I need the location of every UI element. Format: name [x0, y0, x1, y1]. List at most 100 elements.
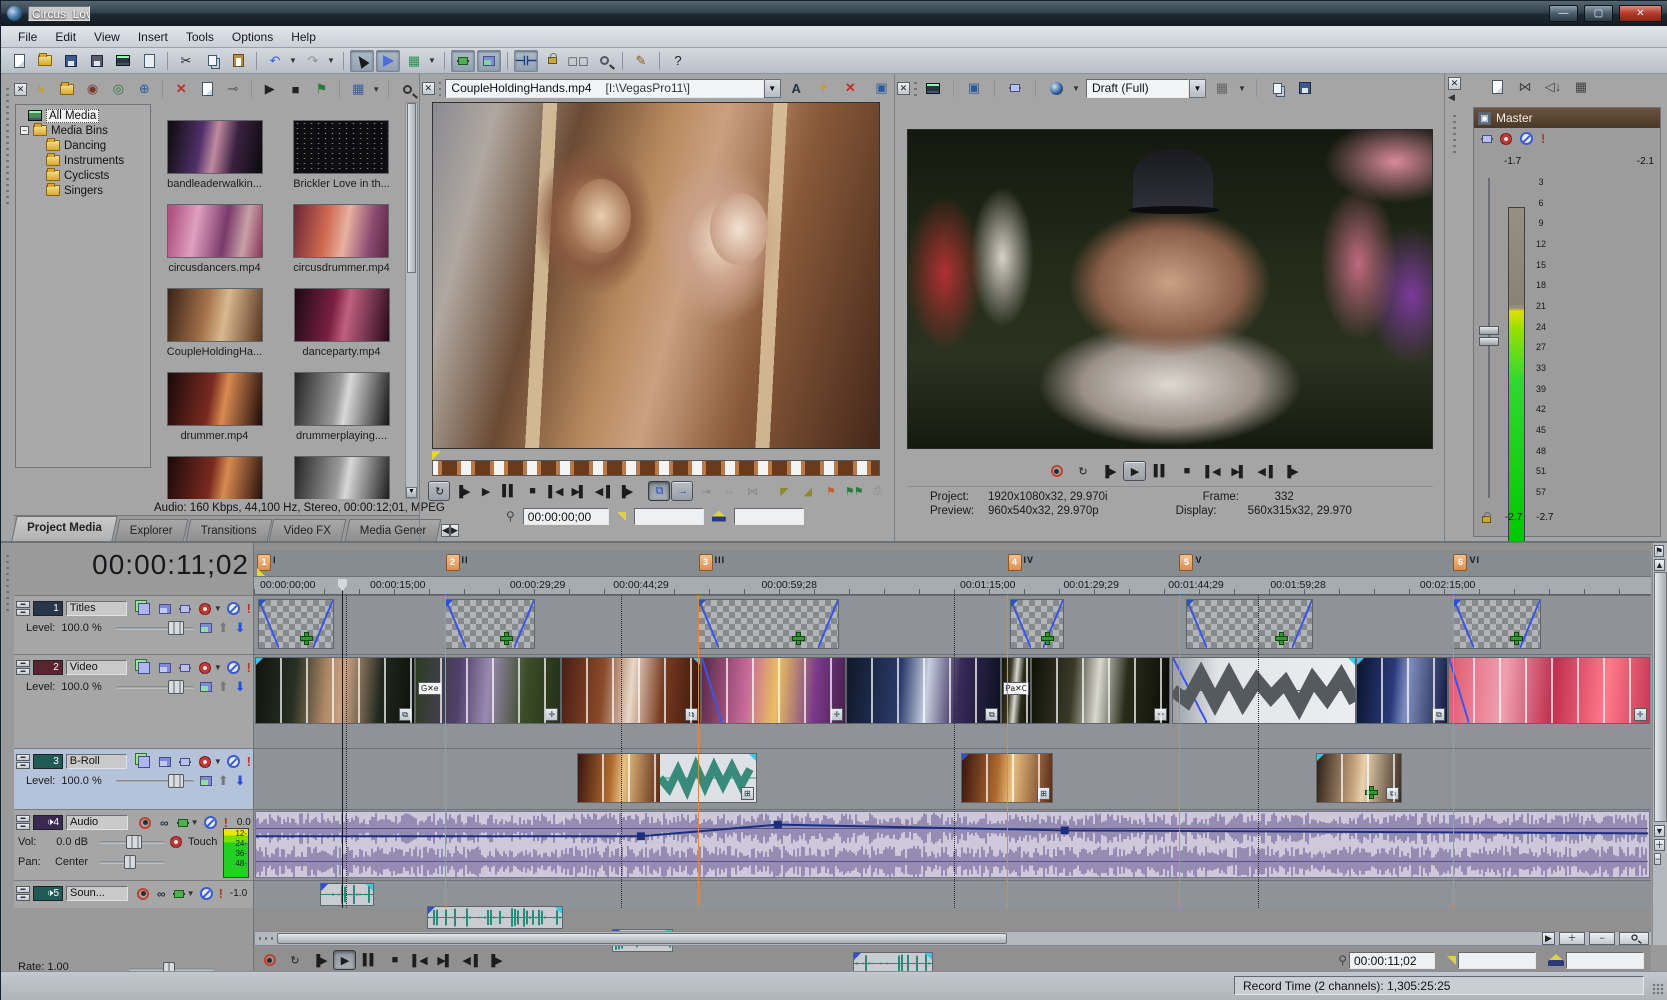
trimmer-play-button[interactable]: ▶	[475, 481, 497, 501]
vscroll-down-arrow[interactable]: ▼	[1654, 825, 1665, 837]
parent-composite-icon[interactable]	[200, 682, 212, 692]
menu-file[interactable]: File	[9, 27, 46, 47]
automation-settings-icon[interactable]	[199, 603, 211, 615]
title-event[interactable]	[445, 599, 534, 649]
sound-track-lane[interactable]	[254, 880, 1651, 908]
event-pan-crop-icon[interactable]	[1511, 633, 1522, 644]
trimmer-prev-frame-button[interactable]: ◀▐	[591, 481, 613, 501]
preview-prev-frame-button[interactable]: ◀▐	[1253, 461, 1276, 481]
tree-item-media-bins[interactable]: − Media Bins	[16, 123, 150, 138]
media-properties-button[interactable]	[195, 78, 219, 100]
collapse-mixer-arrow[interactable]: ◀	[1448, 92, 1461, 103]
edit-cursor[interactable]	[342, 579, 343, 908]
master-mute-icon[interactable]	[1520, 132, 1533, 145]
video-event[interactable]: Pa✕C	[1001, 657, 1030, 724]
preview-play-start-button[interactable]: ▐▶	[1097, 461, 1120, 481]
video-event[interactable]: ✛	[701, 657, 846, 724]
track-name-field[interactable]: Audio	[66, 815, 128, 830]
time-ruler[interactable]: 00:00:00;00 00:00:15;00 00:00:29;29 00:0…	[254, 577, 1651, 595]
auto-ripple-button[interactable]: ⊣⊢	[514, 50, 538, 72]
pan-slider[interactable]	[100, 861, 164, 864]
invert-phase-icon[interactable]: ∞	[160, 816, 169, 830]
solo-track-icon[interactable]: !	[247, 602, 251, 615]
media-item[interactable]: Brickler Love in th...	[293, 120, 390, 190]
volume-envelope[interactable]	[256, 812, 1648, 877]
make-child-icon[interactable]: ⬇	[235, 620, 246, 636]
menu-view[interactable]: View	[85, 27, 129, 47]
solo-track-icon[interactable]: !	[219, 887, 223, 900]
extract-audio-icon[interactable]: ◎	[107, 78, 131, 100]
media-scrollbar[interactable]: ▼	[405, 102, 418, 499]
marker-flag[interactable]: 6	[1453, 554, 1467, 571]
make-parent-icon[interactable]: ⬆	[218, 679, 229, 695]
video-event[interactable]: ✛	[1031, 657, 1171, 724]
trimmer-combo-dropdown[interactable]: ▼	[764, 79, 781, 98]
video-event[interactable]: ✛	[1448, 657, 1649, 724]
menu-options[interactable]: Options	[223, 27, 282, 47]
vzoom-out-button[interactable]: −	[1654, 853, 1661, 865]
remove-media-button[interactable]: ✕	[169, 78, 193, 100]
copy-button[interactable]	[200, 50, 224, 72]
record-button[interactable]	[1045, 461, 1068, 481]
tab-explorer[interactable]: Explorer	[114, 519, 188, 541]
video-event[interactable]: ⧉	[1356, 657, 1448, 724]
event-pan-crop-icon[interactable]	[301, 633, 312, 644]
automation-dropdown[interactable]: ▼	[214, 757, 224, 766]
media-item[interactable]: drummerplaying....	[294, 372, 390, 442]
tree-item-dancing[interactable]: Dancing	[16, 138, 150, 153]
mute-track-icon[interactable]	[200, 887, 213, 900]
track-name-field[interactable]: Titles	[66, 601, 127, 616]
mute-track-icon[interactable]	[227, 755, 240, 768]
track-fx-icon[interactable]	[180, 605, 190, 613]
marker-flag[interactable]: 4	[1008, 554, 1022, 571]
vzoom-in-button[interactable]: ＋	[1654, 839, 1665, 851]
track-fx-icon[interactable]	[174, 890, 184, 898]
lock-envelopes-button[interactable]	[540, 50, 564, 72]
broll-event[interactable]: ⊞	[577, 753, 757, 803]
automation-dropdown[interactable]: ▼	[214, 604, 224, 613]
track-header-titles[interactable]: ▬▬ 1 Titles ▼ ! Level: 100.0 % ⬆ ⬇	[14, 595, 253, 654]
insert-bus-icon[interactable]	[1485, 76, 1509, 98]
trimmer-region-button[interactable]: ⚑⚑	[843, 481, 865, 501]
trimmer-fit-b-button[interactable]: ↔	[718, 481, 740, 501]
timeline-stop-button[interactable]: ■	[383, 950, 406, 970]
stop-preview-button[interactable]: ■	[284, 78, 308, 100]
solo-track-icon[interactable]: !	[247, 755, 251, 768]
master-header[interactable]: ▣ Master	[1474, 108, 1660, 128]
tab-video-fx[interactable]: Video FX	[269, 519, 347, 541]
trimmer-pause-button[interactable]: ▌▌	[498, 481, 520, 501]
trimmer-go-start-button[interactable]: ▌◀	[544, 481, 566, 501]
close-preview-button[interactable]: ✕	[897, 82, 910, 95]
multicamera-edit-button[interactable]	[477, 50, 501, 72]
trimmer-fit-a-button[interactable]: ⇥	[694, 481, 716, 501]
level-slider[interactable]	[116, 780, 194, 783]
publish-project-button[interactable]	[137, 50, 161, 72]
preview-play-button[interactable]: ▶	[1123, 461, 1146, 481]
event-pan-crop-icon[interactable]: ⊞	[741, 787, 754, 800]
tree-item-cyclicsts[interactable]: Cyclicsts	[16, 168, 150, 183]
hscroll-right-arrow[interactable]: ▶	[1542, 932, 1555, 945]
dock-grip[interactable]	[6, 84, 9, 204]
compositing-mode-icon[interactable]	[138, 603, 150, 615]
trimmer-loop-button[interactable]: ↻	[428, 481, 450, 501]
track-name-field[interactable]: B-Roll	[66, 754, 127, 769]
start-preview-button[interactable]: ▶	[258, 78, 282, 100]
timeline-go-start-button[interactable]: ▌◀	[408, 950, 431, 970]
tab-transitions[interactable]: Transitions	[185, 519, 272, 541]
close-trimmer-button[interactable]: ✕	[422, 82, 435, 95]
whats-this-help-button[interactable]: ?	[666, 50, 690, 72]
mute-track-icon[interactable]	[227, 661, 240, 674]
tree-item-all-media[interactable]: All Media	[16, 108, 150, 123]
marker-flag[interactable]: 3	[699, 554, 713, 571]
media-item[interactable]: CoupleHoldingHa...	[167, 288, 263, 358]
expand-track-layers-button[interactable]	[451, 50, 475, 72]
preview-grip[interactable]	[914, 80, 917, 96]
enable-snapping-button[interactable]	[592, 50, 616, 72]
track-motion-icon[interactable]	[159, 604, 171, 614]
marker-flag[interactable]: 5	[1179, 554, 1193, 571]
minimize-track-button[interactable]: ▬	[16, 601, 30, 608]
split-screen-dropdown[interactable]: ▼	[1072, 84, 1082, 93]
track-name-field[interactable]: Soun...	[66, 886, 128, 901]
media-bin-flag-icon[interactable]: ⚑	[310, 78, 334, 100]
views-dropdown[interactable]: ▼	[372, 85, 382, 94]
